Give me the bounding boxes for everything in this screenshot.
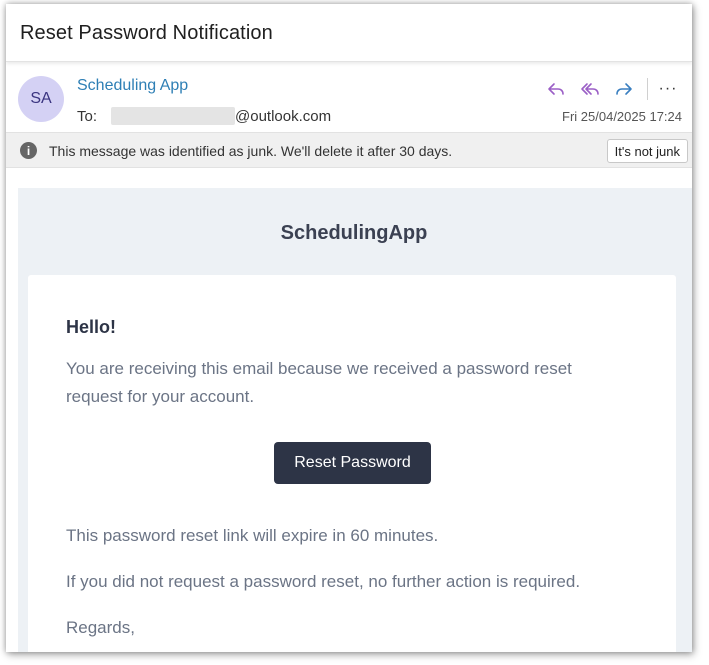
email-window: Reset Password Notification SA Schedulin… bbox=[6, 4, 692, 652]
redacted-recipient bbox=[111, 107, 236, 125]
email-card: Hello! You are receiving this email beca… bbox=[28, 275, 676, 652]
junk-notice-text: This message was identified as junk. We'… bbox=[49, 143, 453, 159]
regards-text: Regards, bbox=[66, 618, 135, 637]
message-header: SA Scheduling App To: @outlook.com ··· F… bbox=[6, 64, 692, 132]
reply-all-icon bbox=[581, 83, 599, 95]
message-actions: ··· bbox=[539, 76, 682, 102]
reset-password-button[interactable]: Reset Password bbox=[274, 442, 431, 484]
no-action-text: If you did not request a password reset,… bbox=[66, 572, 581, 591]
forward-icon bbox=[616, 83, 632, 95]
message-date: Fri 25/04/2025 17:24 bbox=[562, 109, 682, 124]
email-subject: Reset Password Notification bbox=[20, 22, 273, 44]
brand-title: SchedulingApp bbox=[280, 222, 428, 244]
sender-avatar[interactable]: SA bbox=[18, 76, 64, 122]
sender-name[interactable]: Scheduling App bbox=[77, 77, 188, 95]
info-icon: i bbox=[20, 142, 37, 159]
reply-button[interactable] bbox=[539, 76, 573, 102]
expiry-text: This password reset link will expire in … bbox=[66, 526, 439, 545]
email-body: SchedulingApp Hello! You are receiving t… bbox=[18, 188, 692, 652]
actions-divider bbox=[647, 78, 648, 100]
junk-notice-bar: i This message was identified as junk. W… bbox=[6, 132, 692, 168]
not-junk-button[interactable]: It's not junk bbox=[606, 139, 688, 163]
reply-icon bbox=[548, 83, 564, 95]
more-options-icon[interactable]: ··· bbox=[654, 80, 682, 98]
intro-text: You are receiving this email because we … bbox=[66, 359, 572, 406]
recipient-row: To: @outlook.com bbox=[77, 107, 331, 125]
subject-bar: Reset Password Notification bbox=[6, 4, 692, 62]
greeting: Hello! bbox=[66, 317, 117, 337]
forward-button[interactable] bbox=[607, 76, 641, 102]
reply-all-button[interactable] bbox=[573, 76, 607, 102]
to-label: To: bbox=[77, 107, 98, 125]
recipient-domain: @outlook.com bbox=[235, 107, 332, 125]
